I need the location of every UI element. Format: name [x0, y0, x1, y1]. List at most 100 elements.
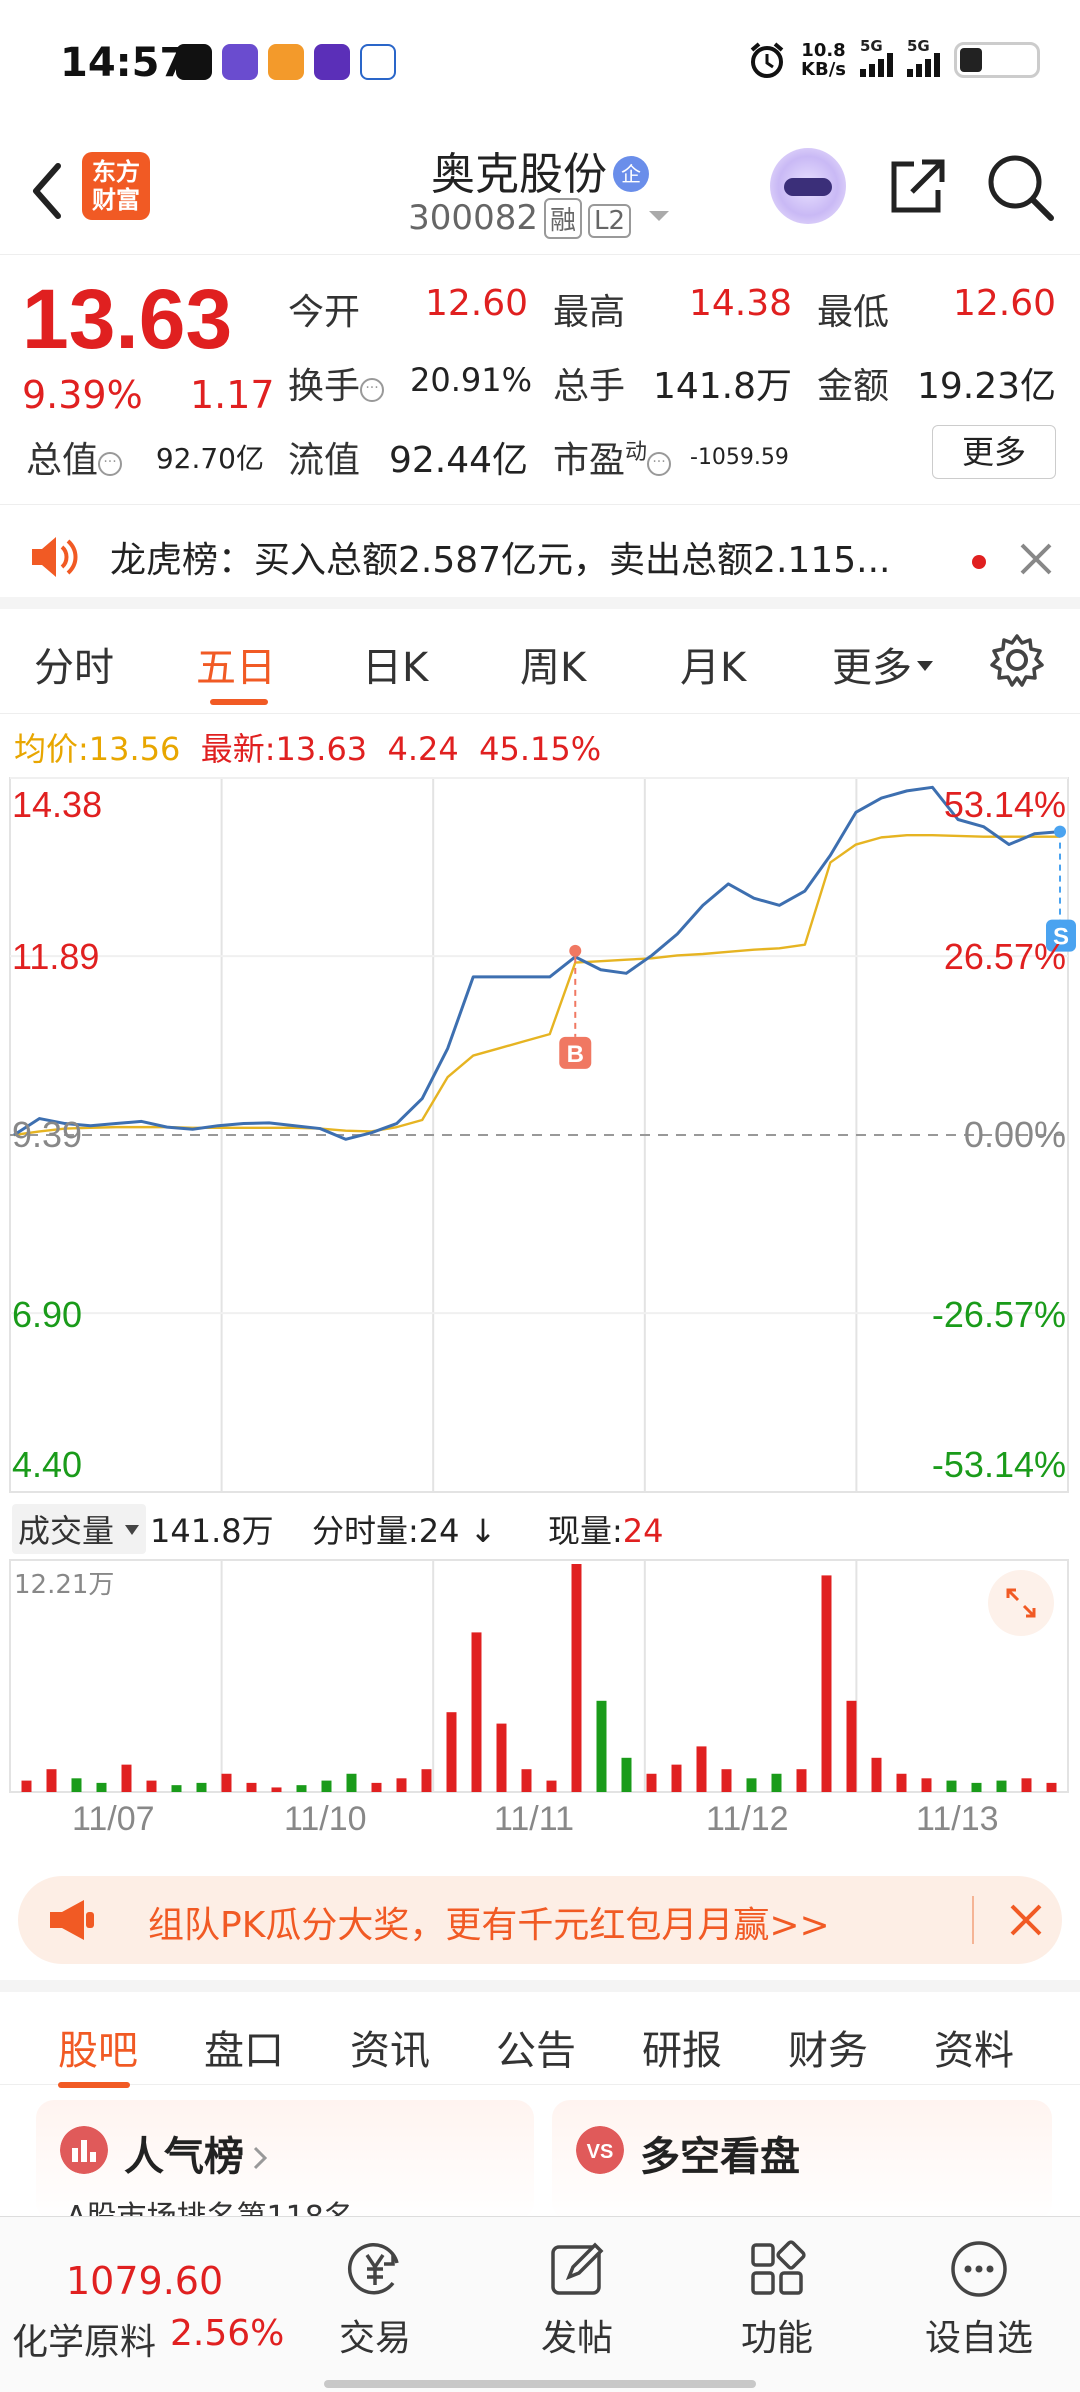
volume-label: 总手 — [553, 366, 626, 407]
volume-bar — [321, 1780, 332, 1792]
more-dots-icon — [951, 2241, 1007, 2297]
date-label: 11/12 — [706, 1800, 789, 1838]
promo-banner[interactable]: 组队PK瓜分大奖，更有千元红包月月赢>> — [18, 1876, 1062, 1964]
volume-bar — [221, 1773, 232, 1792]
volume-bar — [971, 1782, 982, 1792]
info-tabs: 股吧 盘口 资讯 公告 研报 财务 资料 — [0, 1980, 1080, 2088]
volume-bar — [171, 1785, 182, 1792]
volume-bar — [996, 1780, 1007, 1792]
volume-bar — [921, 1778, 932, 1792]
ai-assistant-avatar[interactable] — [770, 148, 846, 224]
volume-bar — [296, 1785, 307, 1792]
notification-icons — [176, 44, 396, 80]
tab-five-day[interactable]: 五日 — [196, 635, 276, 693]
pe-value: -1059.59 — [690, 445, 789, 470]
volume-bar — [596, 1700, 607, 1792]
close-icon[interactable] — [1008, 1902, 1044, 1938]
bottom-bar: 1079.60 化学原料 2.56% 交易 发帖 功能 设自选 — [0, 2216, 1080, 2392]
volume-bar — [746, 1778, 757, 1792]
change-percent: 9.39% — [22, 373, 143, 417]
popularity-card[interactable]: 人气榜 A股市场排名第118名 — [36, 2100, 534, 2220]
tab-intraday[interactable]: 分时 — [34, 635, 114, 693]
volume-bar — [446, 1712, 457, 1792]
pct-axis-label: 26.57% — [943, 936, 1066, 977]
tick-volume: 分时量:24 ↓ — [312, 1512, 497, 1550]
tab-financials[interactable]: 财务 — [788, 2018, 868, 2076]
add-watchlist-button[interactable]: 设自选 — [914, 2237, 1044, 2361]
index-change: 2.56% — [170, 2313, 285, 2354]
tab-weekly-k[interactable]: 周K — [520, 635, 586, 693]
amount-label: 金额 — [817, 366, 890, 407]
volume-value: 141.8万 — [652, 366, 792, 407]
battery-icon — [954, 42, 1040, 78]
date-label: 11/10 — [284, 1800, 367, 1838]
volume-selector[interactable]: 成交量 — [12, 1504, 147, 1554]
info-icon[interactable]: ··· — [360, 378, 385, 402]
app-icon-news — [360, 44, 396, 80]
chart-canvas: BS — [9, 777, 1076, 1793]
price-axis-label: 6.90 — [12, 1294, 83, 1335]
latest-change: 4.24 — [387, 730, 459, 768]
trade-button[interactable]: 交易 — [310, 2237, 440, 2361]
info-icon[interactable]: ··· — [98, 452, 123, 476]
dragon-tiger-notice[interactable]: 龙虎榜：买入总额2.587亿元，卖出总额2.115... — [0, 505, 1080, 609]
volume-bar — [1046, 1782, 1057, 1792]
enterprise-badge: 企 — [613, 156, 649, 192]
volume-pane-frame — [9, 1559, 1069, 1793]
search-icon[interactable] — [985, 152, 1055, 222]
expand-icon — [1006, 1588, 1036, 1618]
app-icon-purple — [314, 44, 350, 80]
close-icon[interactable] — [1018, 541, 1054, 577]
pct-axis-label: -53.14% — [931, 1444, 1066, 1485]
tab-more[interactable]: 更多 — [832, 635, 934, 693]
tab-research[interactable]: 研报 — [642, 2018, 722, 2076]
tab-profile[interactable]: 资料 — [934, 2018, 1014, 2076]
margin-tag: 融 — [543, 198, 582, 239]
share-icon[interactable] — [884, 156, 948, 220]
app-icon-xing — [222, 44, 258, 80]
yuan-icon — [347, 2242, 399, 2295]
unread-dot — [972, 555, 986, 569]
price-axis-label: 11.89 — [12, 936, 100, 977]
buy-marker-dot — [569, 944, 582, 957]
volume-bar — [671, 1764, 682, 1792]
volume-bar — [771, 1773, 782, 1792]
volume-bar — [246, 1782, 257, 1792]
volume-bar — [846, 1700, 857, 1792]
expand-chart-button[interactable] — [988, 1570, 1054, 1636]
volume-total: 141.8万 — [150, 1512, 274, 1550]
active-tab-indicator — [210, 699, 268, 705]
tab-news[interactable]: 资讯 — [350, 2018, 430, 2076]
current-volume: 现量:24 — [548, 1512, 664, 1550]
post-button[interactable]: 发帖 — [512, 2237, 642, 2361]
status-time: 14:57 — [60, 40, 188, 86]
volume-bar — [21, 1780, 32, 1792]
bull-bear-card[interactable]: VS 多空看盘 — [552, 2100, 1052, 2220]
pct-axis-label: 0.00% — [963, 1114, 1066, 1155]
volume-bar — [96, 1782, 107, 1792]
tab-monthly-k[interactable]: 月K — [680, 635, 746, 693]
five-day-chart[interactable]: BS 14.38 11.89 9.39 6.90 4.40 53.14% 26.… — [0, 770, 1080, 1860]
info-icon[interactable]: ··· — [647, 452, 672, 476]
high-label: 最高 — [553, 292, 626, 333]
volume-header: 成交量 141.8万 分时量:24 ↓ 现量:24 — [0, 1500, 1080, 1560]
caret-down-icon — [125, 1525, 140, 1535]
volume-bar — [521, 1769, 532, 1792]
versus-icon: VS — [576, 2126, 624, 2174]
mktcap-label: 总值 ··· — [26, 431, 123, 483]
volume-bar — [71, 1778, 82, 1792]
tab-forum[interactable]: 股吧 — [58, 2018, 138, 2076]
tab-order-book[interactable]: 盘口 — [204, 2018, 284, 2076]
chevron-down-icon — [648, 211, 669, 221]
volume-bar — [821, 1575, 832, 1792]
gear-icon[interactable] — [990, 633, 1044, 687]
tab-daily-k[interactable]: 日K — [362, 635, 428, 693]
amount-value: 19.23亿 — [916, 366, 1056, 407]
volume-bar — [471, 1632, 482, 1792]
more-button[interactable]: 更多 — [932, 425, 1056, 479]
chevron-right-icon — [253, 2146, 268, 2170]
tab-announcements[interactable]: 公告 — [496, 2018, 576, 2076]
buy-marker-label: B — [567, 1041, 584, 1068]
volume-bar — [396, 1778, 407, 1792]
functions-button[interactable]: 功能 — [712, 2237, 842, 2361]
